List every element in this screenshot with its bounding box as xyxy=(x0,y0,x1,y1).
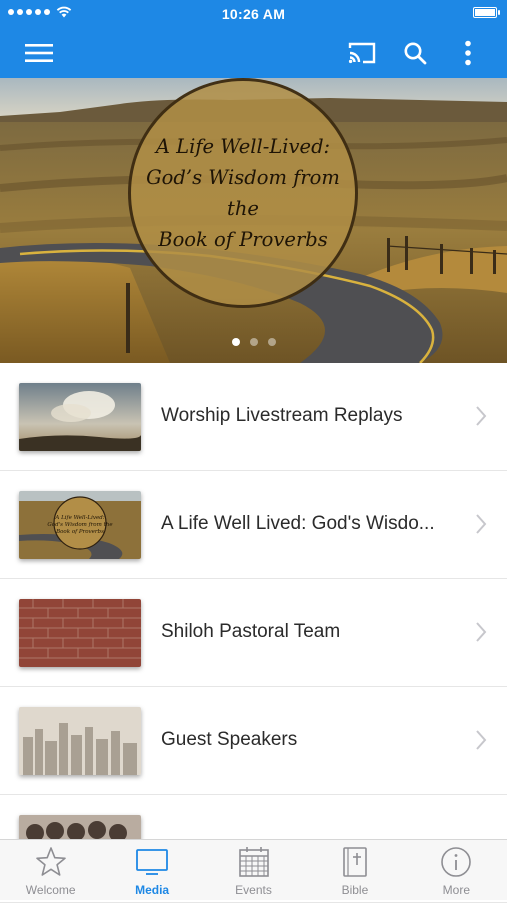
chevron-right-icon xyxy=(476,730,487,750)
list-item[interactable]: Guest Speakers xyxy=(0,687,507,795)
tab-welcome[interactable]: Welcome xyxy=(0,840,101,900)
tab-bar: Welcome Media Events Bible More xyxy=(0,839,507,900)
hero-carousel[interactable]: A Life Well-Lived: God’s Wisdom from the… xyxy=(0,78,507,363)
tab-label: Bible xyxy=(341,883,369,897)
list-item-title: Shiloh Pastoral Team xyxy=(161,621,341,642)
battery-icon xyxy=(473,7,500,18)
search-icon xyxy=(404,42,427,65)
thumbnail-city xyxy=(19,707,141,775)
hero-title: A Life Well-Lived: God’s Wisdom from the… xyxy=(133,131,353,255)
thumbnail-brick xyxy=(19,599,141,667)
status-time: 10:26 AM xyxy=(221,6,286,22)
list-item[interactable]: Worship Livestream Replays xyxy=(0,363,507,471)
tab-events[interactable]: Events xyxy=(203,840,304,900)
thumbnail-road: A Life Well-Lived: God's Wisdom from the… xyxy=(19,491,141,559)
chevron-right-icon xyxy=(476,622,487,642)
chevron-right-icon xyxy=(476,406,487,426)
media-list: Worship Livestream Replays A Life Well-L… xyxy=(0,363,507,903)
page-dot[interactable] xyxy=(267,338,276,346)
tab-label: Media xyxy=(135,883,170,897)
bible-icon xyxy=(343,847,367,877)
hero-title-line: Book of Proverbs xyxy=(158,228,328,251)
list-item-title: Guest Speakers xyxy=(161,729,298,750)
info-icon xyxy=(441,847,472,877)
cast-icon xyxy=(348,42,376,64)
tab-label: Welcome xyxy=(25,883,76,897)
tab-media[interactable]: Media xyxy=(101,840,202,900)
list-item-title: Worship Livestream Replays xyxy=(161,405,403,426)
list-item-title: A Life Well Lived: God's Wisdo... xyxy=(161,513,435,534)
svg-text:Book of Proverbs: Book of Proverbs xyxy=(55,529,104,535)
tab-more[interactable]: More xyxy=(406,840,507,900)
list-item[interactable]: A Life Well-Lived: God's Wisdom from the… xyxy=(0,471,507,579)
overflow-menu-button[interactable] xyxy=(450,28,486,78)
svg-text:God's Wisdom from the: God's Wisdom from the xyxy=(47,522,113,528)
chevron-right-icon xyxy=(476,514,487,534)
menu-button[interactable] xyxy=(14,28,64,78)
app-bar xyxy=(0,28,507,78)
tab-label: More xyxy=(442,883,470,897)
tab-bible[interactable]: Bible xyxy=(304,840,405,900)
thumbnail-sky xyxy=(19,383,141,451)
carousel-page-indicator[interactable] xyxy=(0,338,507,346)
tab-label: Events xyxy=(235,883,272,897)
more-vertical-icon xyxy=(465,40,471,66)
svg-text:A Life Well-Lived:: A Life Well-Lived: xyxy=(54,515,104,521)
tv-icon xyxy=(136,849,169,875)
hamburger-icon xyxy=(25,44,53,62)
page-dot[interactable] xyxy=(249,338,258,346)
hero-title-line: A Life Well-Lived: xyxy=(155,135,331,158)
hero-title-line: God’s Wisdom from the xyxy=(146,166,340,220)
cast-button[interactable] xyxy=(340,28,384,78)
status-bar: 10:26 AM xyxy=(0,0,507,28)
calendar-icon xyxy=(238,847,269,877)
search-button[interactable] xyxy=(395,28,435,78)
hero-title-badge: A Life Well-Lived: God’s Wisdom from the… xyxy=(128,78,358,308)
star-icon xyxy=(35,847,66,876)
list-item[interactable]: Shiloh Pastoral Team xyxy=(0,579,507,687)
page-dot[interactable] xyxy=(231,338,240,346)
